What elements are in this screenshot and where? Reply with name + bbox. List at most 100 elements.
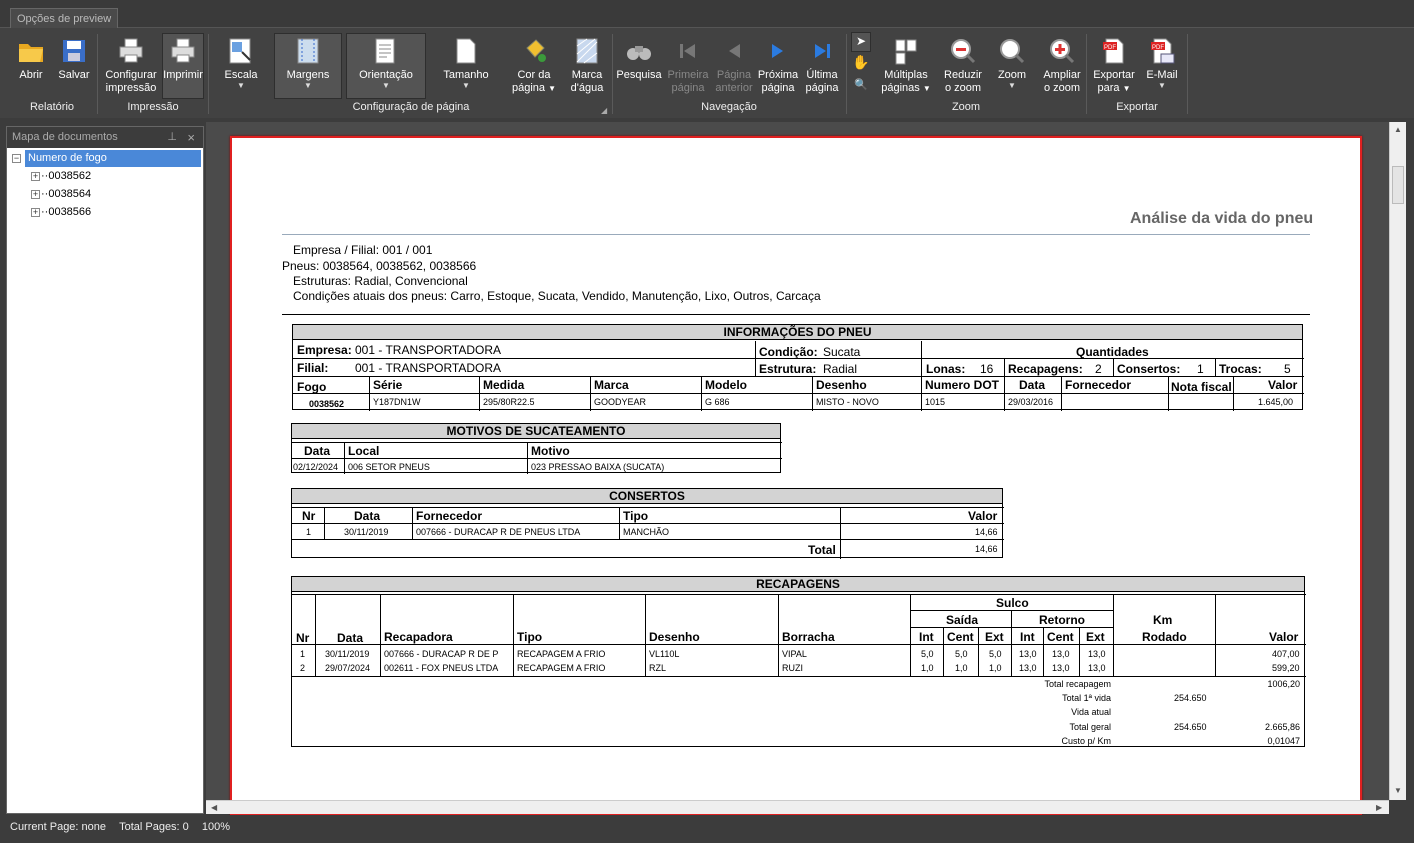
tree-node-0038566[interactable]: ··0038566 — [41, 204, 91, 221]
col-header: Tipo — [517, 630, 543, 644]
cell-desenho: RZL — [649, 663, 667, 673]
scroll-down-icon[interactable]: ▼ — [1394, 786, 1402, 795]
first-page-button[interactable]: Primeira página — [666, 36, 710, 95]
svg-text:PDF: PDF — [1104, 45, 1116, 51]
divider — [590, 376, 591, 411]
orientation-label: Orientação — [359, 69, 413, 81]
cell-medida: 295/80R22.5 — [483, 397, 535, 407]
group-separator — [1086, 34, 1087, 114]
col-header: Fornecedor — [416, 509, 483, 523]
km-label: Km — [1153, 613, 1173, 627]
col-header: Int — [919, 630, 934, 644]
collapse-icon[interactable]: − — [12, 154, 21, 163]
cell-valor: 407,00 — [1272, 649, 1300, 659]
last-page-button[interactable]: Última página — [802, 36, 842, 95]
col-header: Cent — [1047, 630, 1074, 644]
zoom-out-button[interactable]: Reduzir o zoom — [940, 36, 986, 95]
cell-borracha: VIPAL — [782, 649, 807, 659]
save-button[interactable]: Salvar — [56, 36, 92, 82]
watermark-label: Marca — [571, 69, 603, 81]
scroll-right-icon[interactable]: ▶ — [1376, 803, 1382, 812]
total-value: 14,66 — [975, 544, 998, 554]
zoom-out-icon — [951, 39, 976, 64]
cell-retorno-cent: 13,0 — [1052, 663, 1070, 673]
divider — [1043, 627, 1044, 676]
last-page-icon — [815, 44, 830, 58]
col-header: Nr — [302, 509, 316, 523]
watermark-button[interactable]: Marca d'água — [566, 36, 608, 95]
lonas-value: 16 — [980, 362, 994, 376]
col-header: Modelo — [705, 378, 747, 392]
vertical-scroll-thumb[interactable] — [1392, 166, 1404, 204]
scroll-left-icon[interactable]: ◀ — [211, 803, 217, 812]
col-header: Ext — [1086, 630, 1105, 644]
hand-tool-button[interactable]: ✋ — [851, 55, 871, 76]
divider — [943, 627, 944, 676]
page-color-dropdown[interactable]: Cor da página ▼ — [508, 36, 560, 95]
print-button[interactable]: Imprimir — [162, 33, 204, 99]
divider — [1233, 376, 1234, 411]
condicao-value: Sucata — [823, 345, 861, 359]
scale-dropdown[interactable]: Escala ▼ — [218, 36, 264, 90]
group-label-exportar: Exportar — [1116, 101, 1158, 113]
estrutura-label: Estrutura: — [759, 362, 817, 376]
horizontal-scrollbar[interactable]: ◀ ▶ — [206, 800, 1389, 814]
col-header: Ext — [985, 630, 1004, 644]
search-button[interactable]: Pesquisa — [616, 36, 662, 82]
zoom-dropdown[interactable]: Zoom ▼ — [992, 36, 1032, 90]
page-setup-launcher-icon[interactable]: ◢ — [601, 104, 607, 117]
tab-preview-options[interactable]: Opções de preview — [10, 8, 119, 29]
vertical-scrollbar[interactable]: ▲ ▼ — [1389, 122, 1406, 800]
expand-icon[interactable]: + — [31, 190, 40, 199]
total-primeira-vida-km: 254.650 — [1174, 693, 1207, 703]
col-header: Valor — [1268, 378, 1298, 392]
tree-node-0038562[interactable]: ··0038562 — [41, 168, 91, 185]
group-separator — [208, 34, 209, 114]
col-header: Nota fiscal — [1171, 380, 1232, 394]
size-dropdown[interactable]: Tamanho ▼ — [438, 36, 494, 90]
total-recapagem-value: 1006,20 — [1267, 679, 1300, 689]
page-setup-label: Configurar — [105, 69, 157, 81]
email-dropdown[interactable]: PDF E-Mail ▼ — [1142, 36, 1182, 90]
pointer-tool-button[interactable]: ➤ — [851, 32, 871, 52]
margins-icon — [297, 38, 319, 64]
margins-dropdown[interactable]: Margens ▼ — [274, 33, 342, 99]
divider — [324, 507, 325, 539]
divider — [1061, 376, 1062, 411]
expand-icon[interactable]: + — [31, 208, 40, 217]
zoom-in-button[interactable]: Ampliar o zoom — [1040, 36, 1084, 95]
multiple-pages-dropdown[interactable]: Múltiplas páginas ▼ — [878, 36, 934, 95]
tree-root-node[interactable]: Numero de fogo — [25, 150, 201, 167]
tree-node-0038564[interactable]: ··0038564 — [41, 186, 91, 203]
header-condicoes: Condições atuais dos pneus: Carro, Estoq… — [293, 289, 821, 303]
export-dropdown[interactable]: PDF Exportar para ▼ — [1090, 36, 1138, 95]
next-page-label: Próxima — [757, 69, 799, 81]
document-map-panel: Mapa de documentos ⊥ × − Numero de fogo … — [6, 126, 204, 814]
divider — [380, 594, 381, 676]
orientation-dropdown[interactable]: Orientação ▼ — [346, 33, 426, 99]
cell-tipo: MANCHÃO — [623, 527, 670, 537]
lonas-label: Lonas: — [926, 362, 966, 376]
magnifier-tool-button[interactable]: 🔍 — [851, 79, 871, 99]
divider — [292, 442, 782, 443]
watermark-icon — [576, 38, 598, 64]
page-setup-button[interactable]: Configurar impressão — [102, 36, 160, 95]
open-button[interactable]: Abrir — [14, 36, 48, 82]
group-label-zoom: Zoom — [951, 101, 981, 113]
search-label: Pesquisa — [616, 69, 662, 81]
report-title: Análise da vida do pneu — [1130, 210, 1314, 227]
pin-icon[interactable]: ⊥ — [167, 127, 177, 148]
last-page-label-2: página — [805, 82, 839, 94]
preview-area[interactable]: Análise da vida do pneu Empresa / Filial… — [206, 122, 1389, 816]
divider — [293, 393, 1304, 394]
first-page-label-2: página — [671, 82, 705, 94]
close-icon[interactable]: × — [187, 127, 195, 148]
rodado-label: Rodado — [1142, 630, 1187, 644]
expand-icon[interactable]: + — [31, 172, 40, 181]
previous-page-button[interactable]: Página anterior — [712, 36, 756, 95]
divider — [1011, 610, 1012, 676]
export-label: Exportar — [1093, 69, 1135, 81]
scroll-up-icon[interactable]: ▲ — [1394, 125, 1402, 134]
retreads-table: RECAPAGENS Sulco Saída Retorno Km Rodado… — [291, 576, 1306, 747]
next-page-button[interactable]: Próxima página — [756, 36, 800, 95]
